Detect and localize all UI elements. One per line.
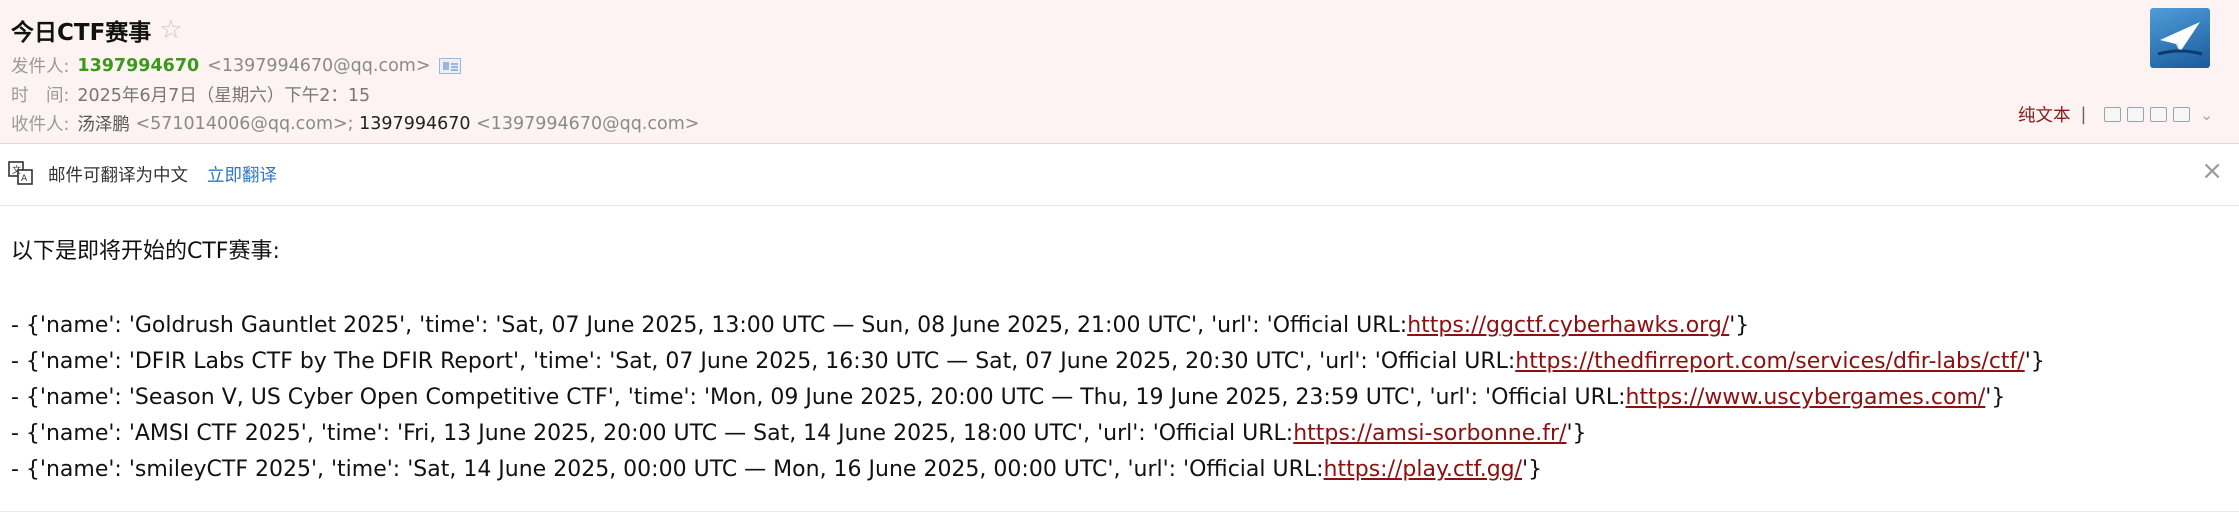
document-icon[interactable] <box>2127 107 2145 122</box>
ctf-item-tail: '} <box>1522 457 1543 482</box>
translate-icon: 文 A <box>8 161 33 185</box>
ctf-item: - {'name': 'DFIR Labs CTF by The DFIR Re… <box>11 347 2045 383</box>
ctf-item-text: - {'name': 'smileyCTF 2025', 'time': 'Sa… <box>11 457 1324 482</box>
ctf-item: - {'name': 'AMSI CTF 2025', 'time': 'Fri… <box>11 419 2045 455</box>
translate-now-link[interactable]: 立即翻译 <box>207 162 277 187</box>
ctf-item-tail: '} <box>2024 349 2045 374</box>
window-icon[interactable] <box>2104 107 2122 122</box>
qq-mail-logo <box>2150 8 2210 68</box>
plain-text-link[interactable]: 纯文本 <box>2018 102 2071 127</box>
svg-text:A: A <box>21 174 28 184</box>
star-icon[interactable]: ☆ <box>159 15 182 45</box>
ctf-item: - {'name': 'smileyCTF 2025', 'time': 'Sa… <box>11 455 2045 491</box>
ctf-url-link[interactable]: https://play.ctf.gg/ <box>1324 457 1523 482</box>
time-label: 时 间: <box>11 86 70 106</box>
ctf-list: - {'name': 'Goldrush Gauntlet 2025', 'ti… <box>11 311 2045 491</box>
ctf-item-tail: '} <box>1985 385 2006 410</box>
ctf-item-tail: '} <box>1729 313 1750 338</box>
recipients-row: 收件人: 汤泽鹏 <571014006@qq.com>; 1397994670 … <box>11 111 699 136</box>
sent-time: 2025年6月7日（星期六）下午2：15 <box>77 86 371 106</box>
svg-text:文: 文 <box>12 164 21 176</box>
recipient-address: <1397994670@qq.com> <box>476 113 700 134</box>
email-body: 以下是即将开始的CTF赛事: - {'name': 'Goldrush Gaun… <box>11 233 2045 491</box>
sender-address: <1397994670@qq.com> <box>207 55 431 76</box>
ctf-url-link[interactable]: https://thedfirreport.com/services/dfir-… <box>1515 349 2024 374</box>
close-icon[interactable]: × <box>2201 156 2223 186</box>
ctf-item-tail: '} <box>1566 421 1587 446</box>
recipient-address: <571014006@qq.com>; <box>135 113 354 134</box>
email-subject: 今日CTF赛事 ☆ <box>11 13 183 47</box>
ctf-item-text: - {'name': 'AMSI CTF 2025', 'time': 'Fri… <box>11 421 1294 446</box>
contact-card-icon[interactable] <box>438 57 461 74</box>
ctf-url-link[interactable]: https://ggctf.cyberhawks.org/ <box>1407 313 1729 338</box>
ctf-item-text: - {'name': 'Season V, US Cyber Open Comp… <box>11 385 1626 410</box>
ctf-url-link[interactable]: https://amsi-sorbonne.fr/ <box>1293 421 1566 446</box>
translate-notice: 邮件可翻译为中文 <box>48 166 188 186</box>
ctf-item-text: - {'name': 'Goldrush Gauntlet 2025', 'ti… <box>11 313 1408 338</box>
recipient-name[interactable]: 汤泽鹏 <box>77 111 130 136</box>
printer-icon[interactable] <box>2173 107 2191 122</box>
body-intro: 以下是即将开始的CTF赛事: <box>11 239 280 264</box>
paper-plane-icon <box>2157 22 2203 56</box>
chevron-down-icon[interactable]: ⌄ <box>2200 106 2213 124</box>
recipient-name[interactable]: 1397994670 <box>359 114 470 134</box>
mail-toolbar: 纯文本 | ⌄ <box>2018 102 2213 127</box>
ctf-item: - {'name': 'Season V, US Cyber Open Comp… <box>11 383 2045 419</box>
from-label: 发件人: <box>11 57 70 77</box>
toolbar-separator: | <box>2080 104 2087 125</box>
body-divider <box>0 511 2239 512</box>
from-row: 发件人: 1397994670 <1397994670@qq.com> <box>11 53 461 78</box>
translate-bar: 文 A 邮件可翻译为中文 立即翻译 × <box>0 144 2239 206</box>
ctf-item: - {'name': 'Goldrush Gauntlet 2025', 'ti… <box>11 311 2045 347</box>
time-row: 时 间: 2025年6月7日（星期六）下午2：15 <box>11 82 370 107</box>
folder-add-icon[interactable] <box>2150 107 2168 122</box>
to-label: 收件人: <box>11 115 70 135</box>
ctf-item-text: - {'name': 'DFIR Labs CTF by The DFIR Re… <box>11 349 1516 374</box>
sender-name[interactable]: 1397994670 <box>77 56 199 76</box>
ctf-url-link[interactable]: https://www.uscybergames.com/ <box>1626 385 1986 410</box>
email-header: 今日CTF赛事 ☆ 发件人: 1397994670 <1397994670@qq… <box>0 0 2239 144</box>
subject-text: 今日CTF赛事 <box>11 20 152 46</box>
